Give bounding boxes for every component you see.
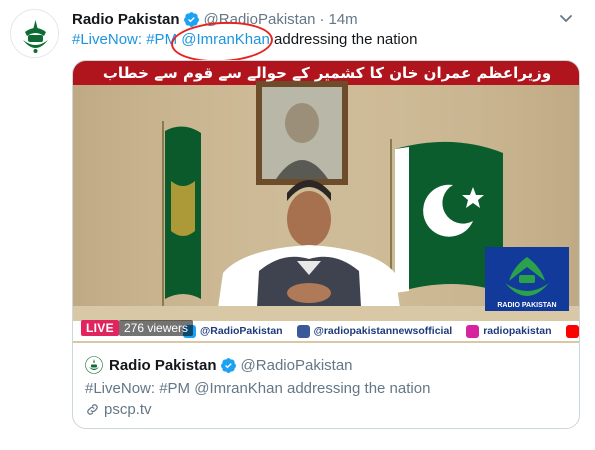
ticker-item: radiopakistanofficial <box>565 324 580 338</box>
ticker-text: @RadioPakistan <box>200 325 283 337</box>
display-name[interactable]: Radio Pakistan <box>72 11 180 28</box>
youtube-icon <box>565 324 579 338</box>
ticker-text: radiopakistan <box>483 325 552 337</box>
video-frame: RADIO PAKISTAN <box>73 61 579 343</box>
radio-pakistan-logo-icon <box>11 10 58 57</box>
link-icon <box>87 404 98 415</box>
ticker-text: @radiopakistannewsofficial <box>313 325 453 337</box>
viewer-count: 276 viewers <box>119 320 194 336</box>
card-description: #LiveNow: #PM @ImranKhan addressing the … <box>85 380 431 397</box>
card-title-row: Radio Pakistan @RadioPakistan <box>85 355 569 375</box>
ticker-item: radiopakistan <box>466 324 552 338</box>
card-display-name: Radio Pakistan <box>109 356 217 374</box>
handle[interactable]: @RadioPakistan <box>204 11 316 28</box>
tweet-header: Radio Pakistan @RadioPakistan · 14m <box>72 9 575 29</box>
facebook-icon <box>296 324 310 338</box>
hashtag-livenow[interactable]: #LiveNow: <box>72 31 142 48</box>
verified-badge-icon <box>183 11 199 27</box>
radio-pakistan-avatar[interactable] <box>10 9 59 58</box>
hashtag-pm[interactable]: #PM <box>146 31 177 48</box>
tweet-text: #LiveNow: #PM @ImranKhan addressing the … <box>72 30 575 50</box>
urdu-banner-text: وزیراعظم عمران خان کا کشمیر کے حوالے سے … <box>102 64 552 82</box>
video-player[interactable]: RADIO PAKISTAN وزیراعظم عمران خان کا کشم… <box>73 61 580 343</box>
chevron-down-icon[interactable] <box>557 9 575 27</box>
card-link-domain[interactable]: pscp.tv <box>104 401 152 418</box>
instagram-icon <box>466 324 480 338</box>
card-details[interactable]: Radio Pakistan @RadioPakistan #LiveNow: … <box>73 343 579 428</box>
card-handle: @RadioPakistan <box>240 356 353 374</box>
separator: · <box>319 10 325 28</box>
ticker-item: @radiopakistannewsofficial <box>296 324 453 338</box>
live-badge: LIVE <box>81 320 119 336</box>
mention-imrankhan[interactable]: @ImranKhan <box>181 31 270 48</box>
channel-logo-text: RADIO PAKISTAN <box>497 302 556 309</box>
tweet-text-rest: addressing the nation <box>274 31 418 48</box>
verified-badge-icon <box>220 357 236 373</box>
card-link-row[interactable]: pscp.tv <box>85 401 569 418</box>
radio-pakistan-mini-logo-icon <box>85 356 103 374</box>
timestamp[interactable]: 14m <box>329 11 358 28</box>
periscope-card[interactable]: RADIO PAKISTAN وزیراعظم عمران خان کا کشم… <box>72 60 580 429</box>
